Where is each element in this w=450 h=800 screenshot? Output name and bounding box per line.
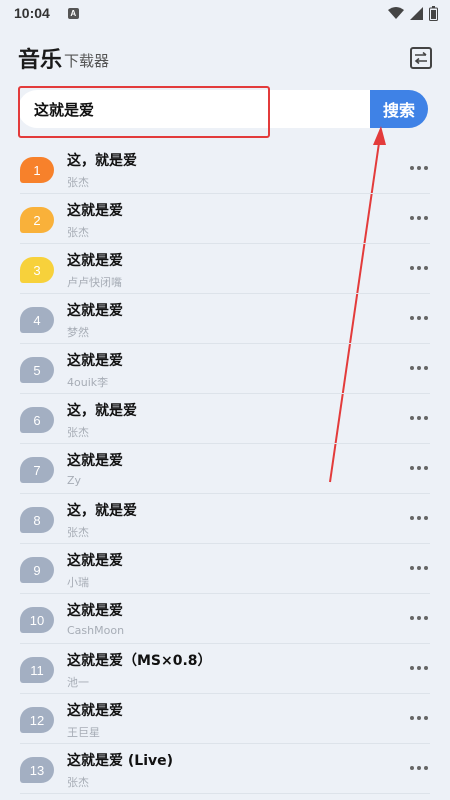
song-rank-badge: 3 [20,257,54,283]
more-icon[interactable] [410,566,428,570]
more-icon[interactable] [410,616,428,620]
song-row[interactable]: 11 这就是爱（MS×0.8） 池一 [20,644,430,694]
song-artist: 梦然 [67,326,89,339]
song-row[interactable]: 6 这，就是爱张杰 [20,394,430,444]
more-icon[interactable] [410,466,428,470]
song-artist: 张杰 [67,776,89,789]
signal-icon [410,6,423,20]
song-title: 这就是爱 [67,603,123,619]
song-artist: 池一 [67,676,89,689]
search-button[interactable]: 搜索 [370,90,428,128]
song-rank-badge: 7 [20,457,54,483]
more-icon[interactable] [410,316,428,320]
song-row[interactable]: 4 这就是爱梦然 [20,294,430,344]
song-row[interactable]: 13 这就是爱 (Live) 张杰 [20,744,430,794]
status-time: 10:04 [14,5,50,21]
app-header: 音乐 下载器 [0,40,450,76]
song-title: 这，就是爱 [67,403,137,419]
more-icon[interactable] [410,766,428,770]
song-row[interactable]: 9 这就是爱小瑞 [20,544,430,594]
song-artist: CashMoon [67,624,125,637]
more-icon[interactable] [410,216,428,220]
song-title: 这就是爱 [67,453,123,469]
song-title: 这就是爱 [67,703,123,719]
song-rank-badge: 6 [20,407,54,433]
song-title: 这就是爱 (Live) [67,753,174,769]
song-row[interactable]: 5 这就是爱 4ouik李 [20,344,430,394]
status-icons [388,5,438,21]
more-icon[interactable] [410,266,428,270]
song-rank-badge: 11 [20,657,54,683]
switch-icon[interactable] [410,47,432,69]
song-row[interactable]: 12 这就是爱王巨星 [20,694,430,744]
song-rank-badge: 2 [20,207,54,233]
song-title: 这就是爱 [67,553,123,569]
app-title: 音乐 [18,48,63,73]
app-subtitle: 下载器 [64,51,110,70]
song-artist: 张杰 [67,526,89,539]
more-icon[interactable] [410,166,428,170]
song-row[interactable]: 3 这就是爱卢卢快闭嘴 [20,244,430,294]
wifi-icon [388,6,404,19]
search-bar: 搜索 [18,86,430,138]
song-rank-badge: 12 [20,707,54,733]
song-title: 这就是爱（MS×0.8） [67,653,212,669]
more-icon[interactable] [410,666,428,670]
more-icon[interactable] [410,716,428,720]
song-artist: 张杰 [67,426,89,439]
song-rank-badge: 8 [20,507,54,533]
song-artist: Zy [67,474,82,487]
song-row[interactable]: 1 这，就是爱张杰 [20,144,430,194]
song-rank-badge: 10 [20,607,54,633]
song-rank-badge: 9 [20,557,54,583]
search-input[interactable] [18,90,378,128]
notification-icon: A [67,7,79,19]
song-title: 这就是爱 [67,253,123,269]
song-row[interactable]: 10 这就是爱 CashMoon [20,594,430,644]
song-rank-badge: 4 [20,307,54,333]
more-icon[interactable] [410,416,428,420]
song-artist: 张杰 [67,226,89,239]
status-bar: 10:04 A [0,0,450,26]
song-title: 这就是爱 [67,203,123,219]
song-title: 这就是爱 [67,303,123,319]
battery-icon [429,5,438,21]
song-artist: 王巨星 [67,726,100,739]
song-row[interactable]: 8 这，就是爱张杰 [20,494,430,544]
more-icon[interactable] [410,366,428,370]
song-rank-badge: 13 [20,757,54,783]
song-title: 这，就是爱 [67,153,137,169]
song-row[interactable]: 2 这就是爱张杰 [20,194,430,244]
song-row[interactable]: 7 这就是爱 Zy [20,444,430,494]
song-artist: 卢卢快闭嘴 [67,276,122,289]
song-rank-badge: 5 [20,357,54,383]
more-icon[interactable] [410,516,428,520]
song-rank-badge: 1 [20,157,54,183]
song-title: 这就是爱 [67,353,123,369]
song-artist: 4ouik李 [67,376,109,389]
song-artist: 张杰 [67,176,89,189]
song-title: 这，就是爱 [67,503,137,519]
song-artist: 小瑞 [67,576,89,589]
song-list: 1 这，就是爱 张杰 2 这就是爱 张杰 3 这就是爱 卢卢快闭嘴 4 这就是爱 梦然 5 这就是爱 4ou… [0,144,450,794]
